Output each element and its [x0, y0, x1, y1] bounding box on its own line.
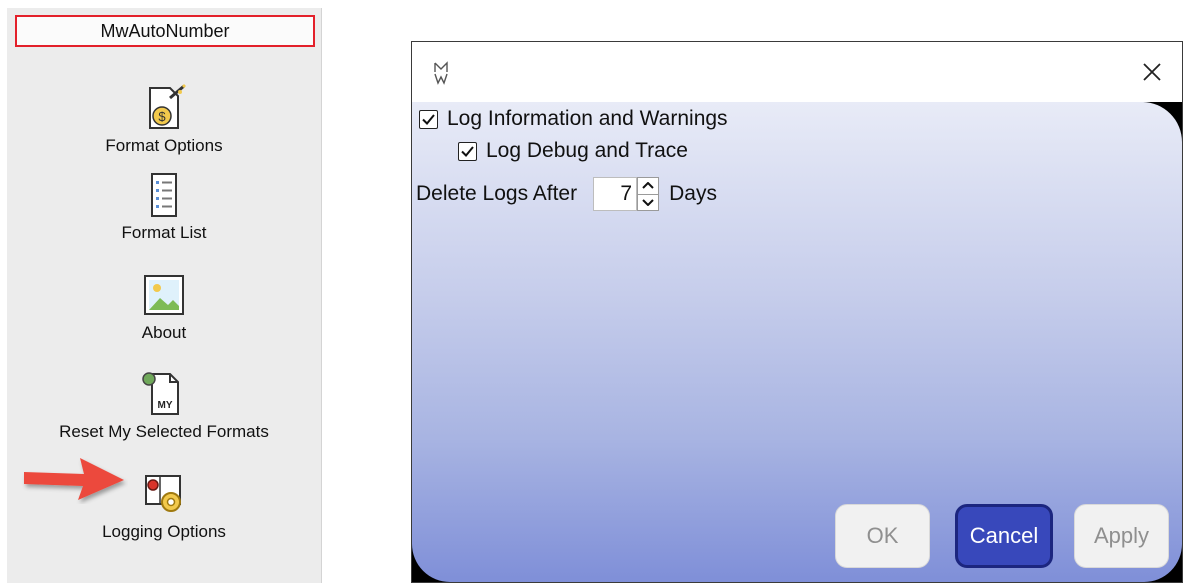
log-debug-label: Log Debug and Trace	[486, 139, 688, 162]
reset-formats-icon: MY	[142, 372, 179, 415]
log-info-label: Log Information and Warnings	[447, 107, 728, 130]
format-list-button[interactable]: Format List	[7, 171, 321, 243]
stepper-buttons	[637, 177, 660, 211]
chevron-down-icon	[642, 199, 654, 206]
log-info-checkbox[interactable]	[419, 109, 438, 129]
stepper-up-button[interactable]	[638, 178, 658, 194]
format-options-button[interactable]: $ Format Options	[7, 84, 321, 156]
svg-text:$: $	[158, 109, 166, 124]
about-image-icon	[144, 275, 184, 315]
format-options-label: Format Options	[105, 136, 223, 155]
log-debug-checkbox[interactable]	[458, 141, 477, 161]
dialog-titlebar	[412, 42, 1182, 102]
panel-title: MwAutoNumber	[15, 15, 315, 47]
days-label: Days	[669, 182, 717, 205]
delete-logs-label: Delete Logs After	[416, 182, 578, 205]
about-label: About	[141, 323, 187, 342]
delete-logs-row: Delete Logs After 7 Days	[416, 177, 717, 211]
log-info-row: Log Information and Warnings	[419, 107, 728, 131]
svg-text:MY: MY	[158, 400, 173, 411]
checkmark-icon	[422, 113, 435, 125]
chevron-up-icon	[642, 182, 654, 189]
logging-options-dialog: Log Information and Warnings Log Debug a…	[411, 41, 1183, 583]
format-list-label: Format List	[121, 223, 207, 242]
stepper-down-button[interactable]	[638, 193, 659, 211]
red-arrow-icon	[24, 458, 124, 500]
app-logo-icon	[434, 61, 448, 85]
close-icon	[1143, 63, 1161, 81]
logging-options-label: Logging Options	[102, 522, 226, 541]
log-debug-row: Log Debug and Trace	[458, 139, 688, 163]
format-options-icon: $	[149, 84, 186, 129]
days-stepper: 7	[593, 177, 660, 211]
dialog-body: Log Information and Warnings Log Debug a…	[412, 102, 1182, 582]
logging-options-icon	[145, 475, 181, 512]
ok-button[interactable]: OK	[835, 504, 930, 568]
format-list-icon	[151, 173, 177, 217]
days-input[interactable]: 7	[593, 177, 638, 211]
reset-formats-button[interactable]: MY Reset My Selected Formats	[7, 370, 321, 442]
about-button[interactable]: About	[7, 271, 321, 343]
close-button[interactable]	[1122, 42, 1182, 102]
cancel-button[interactable]: Cancel	[955, 504, 1053, 568]
checkmark-icon	[461, 145, 474, 157]
reset-formats-label: Reset My Selected Formats	[59, 422, 269, 441]
apply-button[interactable]: Apply	[1074, 504, 1169, 568]
